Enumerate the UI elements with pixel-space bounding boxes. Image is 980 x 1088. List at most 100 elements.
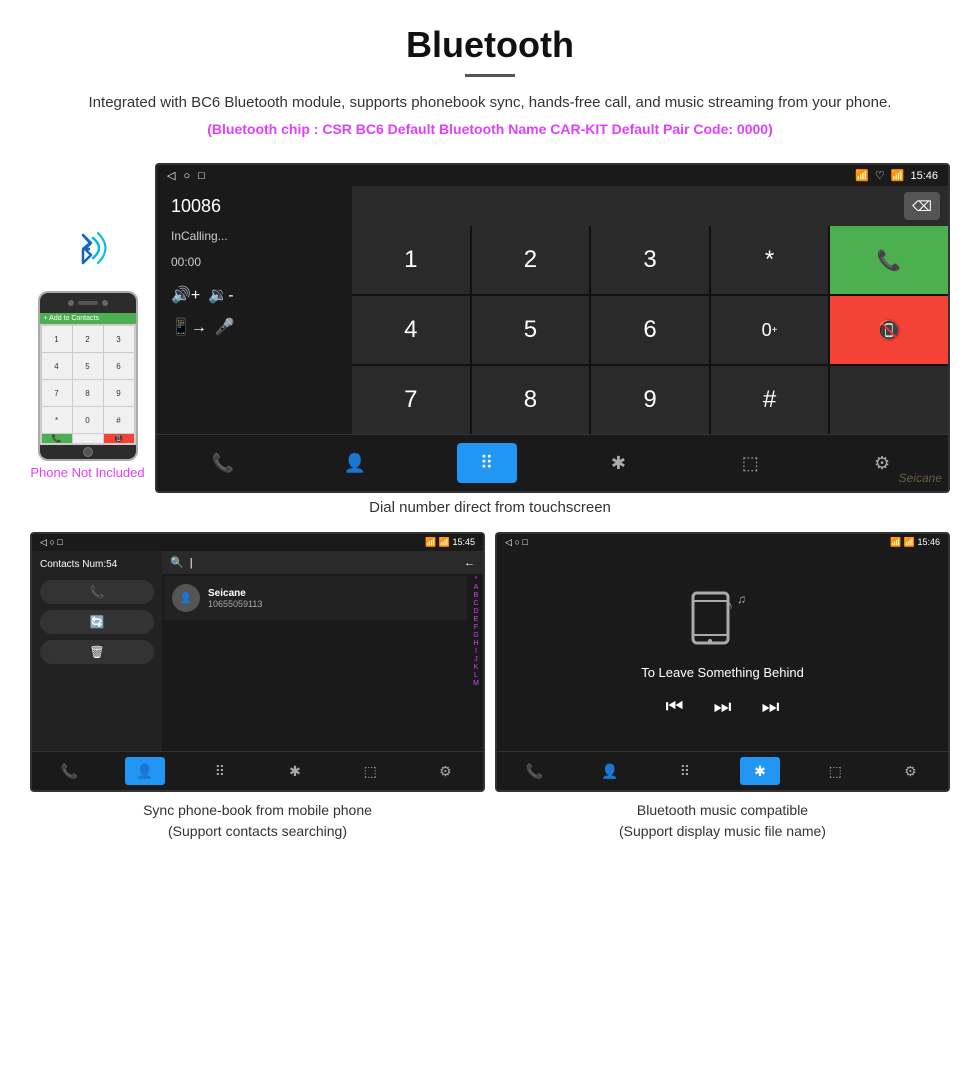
- music-back-icon: ◁: [505, 537, 512, 547]
- contacts-search-bar[interactable]: 🔍 | ←: [162, 551, 483, 574]
- wifi-icon: 📶: [891, 169, 905, 182]
- volume-up-icon[interactable]: 🔊+: [171, 285, 200, 305]
- phone-not-included-label: Phone Not Included: [30, 465, 144, 480]
- main-screenshot-area: + Add to Contacts 1 2 3 4 5 6 7 8 9 * 0: [0, 153, 980, 493]
- contact-avatar: 👤: [172, 584, 200, 612]
- phone-key-9: 9: [104, 380, 134, 406]
- contacts-status-bar: ◁ ○ □ 📶 📶 15:45: [32, 534, 483, 551]
- mic-icon[interactable]: 🎤: [215, 317, 235, 337]
- key-5[interactable]: 5: [472, 296, 590, 364]
- cnav-dialpad[interactable]: ⠿: [200, 757, 240, 785]
- contacts-status-left: ◁ ○ □: [40, 537, 63, 548]
- contacts-status-right: 📶 📶 15:45: [425, 537, 475, 548]
- signal-icon: 📶: [855, 169, 869, 182]
- key-0plus[interactable]: 0+: [711, 296, 829, 364]
- music-body: ♪ ♫ To Leave Something Behind ⏮ ⏭ ⏭: [497, 551, 948, 751]
- alpha-b: B: [474, 592, 479, 599]
- mnav-bluetooth[interactable]: ✱: [740, 757, 780, 785]
- key-1[interactable]: 1: [352, 226, 470, 294]
- phone-camera: [68, 300, 74, 306]
- mnav-calls[interactable]: 📞: [515, 757, 555, 785]
- alpha-j: J: [474, 656, 478, 663]
- phone-key-8: 8: [73, 380, 103, 406]
- mnav-settings[interactable]: ⚙: [890, 757, 930, 785]
- contacts-recents-icon: □: [57, 537, 62, 547]
- contact-entry-seicane[interactable]: 👤 Seicane 10655059113: [164, 576, 467, 620]
- music-wifi-icon: 📶: [904, 537, 915, 547]
- status-time: 15:46: [910, 170, 938, 182]
- music-play-pause[interactable]: ⏭: [714, 696, 732, 719]
- alphabet-bar[interactable]: * A B C D E F G H I J K: [469, 574, 483, 689]
- music-bottom-nav: 📞 👤 ⠿ ✱ ⬚ ⚙: [497, 751, 948, 790]
- alpha-m: M: [473, 680, 479, 687]
- alpha-c: C: [473, 600, 478, 607]
- music-screen[interactable]: ◁ ○ □ 📶 📶 15:46: [495, 532, 950, 792]
- home-icon: ○: [183, 170, 190, 182]
- cnav-contacts[interactable]: 👤: [125, 757, 165, 785]
- bluetooth-icon-area: [63, 223, 113, 283]
- mnav-dialpad[interactable]: ⠿: [665, 757, 705, 785]
- nav-calls[interactable]: 📞: [193, 443, 253, 483]
- status-bar-right: 📶 ♡ 📶 15:46: [855, 169, 938, 182]
- contacts-item: ◁ ○ □ 📶 📶 15:45 Contacts Num:54 📞: [30, 532, 485, 842]
- contacts-list: 👤 Seicane 10655059113: [162, 574, 469, 689]
- delete-action-button[interactable]: 🗑: [40, 640, 154, 664]
- nav-transfer[interactable]: ⬚: [720, 443, 780, 483]
- music-recents-icon: □: [522, 537, 527, 547]
- key-6[interactable]: 6: [591, 296, 709, 364]
- alpha-k: K: [474, 664, 479, 671]
- page-specs: (Bluetooth chip : CSR BC6 Default Blueto…: [60, 121, 920, 137]
- alpha-h: H: [473, 640, 478, 647]
- mnav-transfer[interactable]: ⬚: [815, 757, 855, 785]
- contacts-bottom-nav: 📞 👤 ⠿ ✱ ⬚ ⚙: [32, 751, 483, 790]
- key-3[interactable]: 3: [591, 226, 709, 294]
- nav-contacts[interactable]: 👤: [325, 443, 385, 483]
- key-9[interactable]: 9: [591, 366, 709, 434]
- alpha-g: G: [473, 632, 478, 639]
- transfer-icon[interactable]: 📱→: [171, 317, 207, 337]
- cnav-calls[interactable]: 📞: [50, 757, 90, 785]
- phone-key-end: 📵: [104, 434, 134, 443]
- call-button[interactable]: 📞: [830, 226, 948, 294]
- svg-text:♫: ♫: [737, 592, 746, 606]
- key-4[interactable]: 4: [352, 296, 470, 364]
- contacts-screen[interactable]: ◁ ○ □ 📶 📶 15:45 Contacts Num:54 📞: [30, 532, 485, 792]
- phone-bottom-bar: [40, 445, 136, 459]
- music-skip-fwd[interactable]: ⏭: [762, 696, 780, 719]
- car-main-screen[interactable]: ◁ ○ □ 📶 ♡ 📶 15:46 10086 InCalling... 00:…: [155, 163, 950, 493]
- key-hash[interactable]: #: [711, 366, 829, 434]
- end-call-button[interactable]: 📵: [830, 296, 948, 364]
- nav-dialpad[interactable]: ⠿: [457, 443, 517, 483]
- phone-key-2: 2: [73, 326, 103, 352]
- cnav-transfer[interactable]: ⬚: [350, 757, 390, 785]
- phone-speaker: [78, 301, 98, 305]
- contacts-wifi-icon: 📶: [439, 537, 450, 547]
- cnav-bluetooth[interactable]: ✱: [275, 757, 315, 785]
- backspace-button[interactable]: ⌫: [904, 192, 940, 220]
- music-skip-back[interactable]: ⏮: [666, 696, 684, 719]
- call-action-button[interactable]: 📞: [40, 580, 154, 604]
- main-caption-area: Dial number direct from touchscreen: [0, 499, 980, 516]
- contact-info: Seicane 10655059113: [208, 588, 262, 609]
- music-caption-line2: (Support display music file name): [619, 821, 826, 842]
- key-7[interactable]: 7: [352, 366, 470, 434]
- nav-bluetooth[interactable]: ✱: [588, 443, 648, 483]
- alpha-l: L: [474, 672, 478, 679]
- contacts-back-arrow: ←: [464, 557, 475, 569]
- contacts-count: Contacts Num:54: [40, 559, 154, 570]
- phone-key-1: 1: [42, 326, 72, 352]
- phone-keypad: 1 2 3 4 5 6 7 8 9 * 0 # 📞 📵: [40, 324, 136, 445]
- status-bar-left: ◁ ○ □: [167, 169, 205, 182]
- phone-screen: + Add to Contacts 1 2 3 4 5 6 7 8 9 * 0: [40, 313, 136, 445]
- mnav-contacts[interactable]: 👤: [590, 757, 630, 785]
- key-star[interactable]: *: [711, 226, 829, 294]
- key-8[interactable]: 8: [472, 366, 590, 434]
- sync-action-button[interactable]: 🔄: [40, 610, 154, 634]
- phone-key-7: 7: [42, 380, 72, 406]
- phone-sensor: [102, 300, 108, 306]
- page-header: Bluetooth Integrated with BC6 Bluetooth …: [0, 0, 980, 153]
- volume-down-icon[interactable]: 🔉-: [208, 285, 233, 305]
- location-icon: ♡: [875, 169, 885, 182]
- cnav-settings[interactable]: ⚙: [425, 757, 465, 785]
- key-2[interactable]: 2: [472, 226, 590, 294]
